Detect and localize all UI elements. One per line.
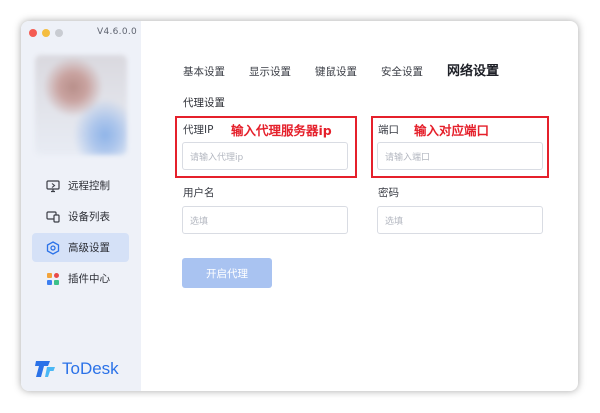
sidebar-item-plugin-center[interactable]: 插件中心 — [32, 264, 129, 293]
proxy-ip-input[interactable]: 请输入代理ip — [182, 142, 348, 170]
enable-proxy-button[interactable]: 开启代理 — [182, 258, 272, 288]
username-label: 用户名 — [183, 187, 215, 199]
port-label: 端口 — [378, 124, 399, 136]
port-input[interactable]: 请输入端口 — [377, 142, 543, 170]
sidebar-item-remote-control[interactable]: 远程控制 — [32, 171, 129, 200]
app-window: V4.6.0.0 远程控制 设备列表 高级设置 插件中心 ToDesk 基本设置… — [21, 21, 578, 391]
main-panel: 基本设置 显示设置 键鼠设置 安全设置 网络设置 代理设置 代理IP 输入代理服… — [141, 21, 578, 391]
password-label: 密码 — [378, 187, 399, 199]
ip-annotation: 输入代理服务器ip — [231, 123, 332, 138]
settings-tabs: 基本设置 显示设置 键鼠设置 安全设置 网络设置 — [183, 60, 523, 79]
proxy-ip-label: 代理IP — [183, 124, 214, 136]
tab-network-settings[interactable]: 网络设置 — [447, 60, 499, 79]
avatar — [35, 55, 127, 155]
minimize-window-button[interactable] — [42, 29, 50, 37]
proxy-section-title: 代理设置 — [183, 97, 225, 109]
devices-icon — [46, 210, 60, 224]
password-input[interactable]: 选填 — [377, 206, 543, 234]
todesk-logo-icon — [35, 361, 55, 377]
tab-keyboard-mouse-settings[interactable]: 键鼠设置 — [315, 64, 357, 79]
logo-text: ToDesk — [62, 359, 119, 378]
tab-security-settings[interactable]: 安全设置 — [381, 64, 423, 79]
close-window-button[interactable] — [29, 29, 37, 37]
port-annotation: 输入对应端口 — [414, 123, 490, 138]
sidebar-item-label: 远程控制 — [68, 180, 110, 192]
sidebar-item-label: 高级设置 — [68, 242, 110, 254]
version-label: V4.6.0.0 — [97, 27, 138, 37]
hexagon-settings-icon — [46, 240, 60, 255]
sidebar: V4.6.0.0 远程控制 设备列表 高级设置 插件中心 ToDesk — [21, 21, 141, 391]
todesk-logo: ToDesk — [35, 359, 119, 379]
sidebar-item-label: 插件中心 — [68, 273, 110, 285]
plugin-grid-icon — [46, 272, 60, 286]
monitor-icon — [46, 179, 60, 193]
username-input[interactable]: 选填 — [182, 206, 348, 234]
sidebar-item-advanced-settings[interactable]: 高级设置 — [32, 233, 129, 262]
tab-basic-settings[interactable]: 基本设置 — [183, 64, 225, 79]
sidebar-item-label: 设备列表 — [68, 211, 110, 223]
maximize-window-button[interactable] — [55, 29, 63, 37]
sidebar-item-device-list[interactable]: 设备列表 — [32, 202, 129, 231]
tab-display-settings[interactable]: 显示设置 — [249, 64, 291, 79]
